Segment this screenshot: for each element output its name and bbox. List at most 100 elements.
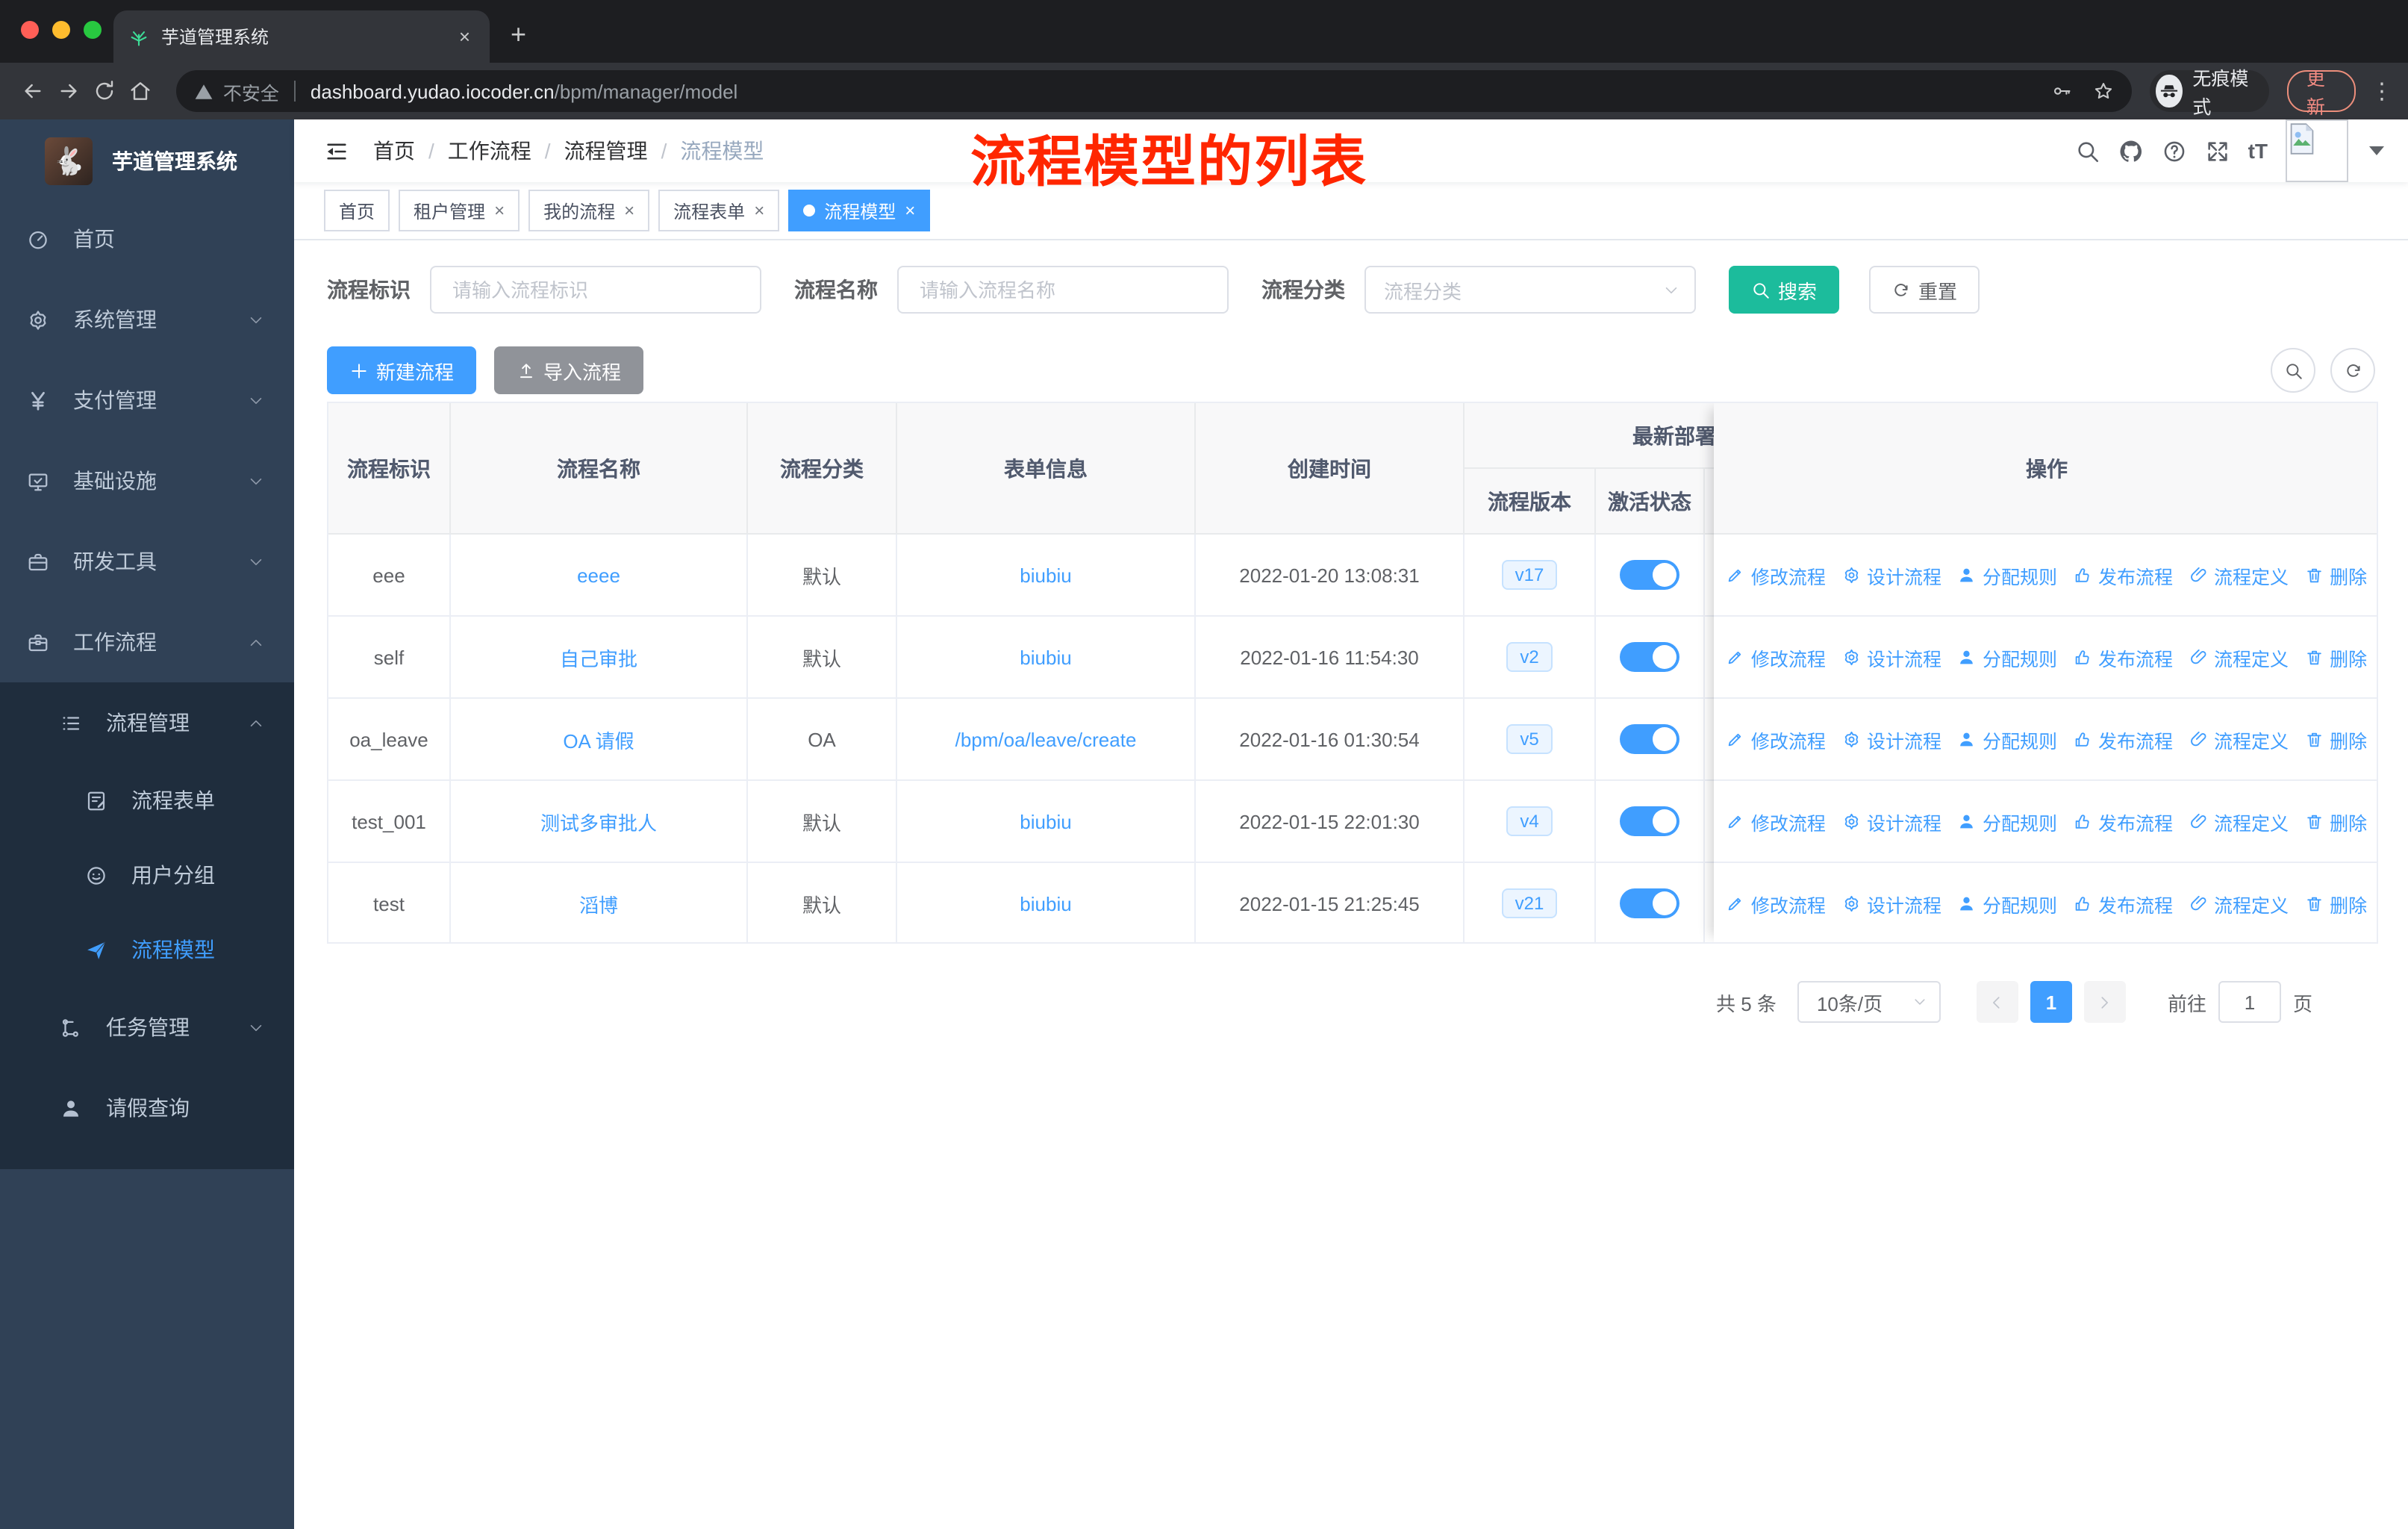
update-button[interactable]: 更新 — [2286, 69, 2356, 118]
view-tab-租户管理[interactable]: 租户管理 × — [399, 190, 520, 231]
sidebar-item-任务管理[interactable]: 任务管理 — [0, 987, 294, 1068]
close-icon[interactable]: × — [494, 200, 505, 221]
goto-page-input[interactable] — [2218, 981, 2281, 1023]
action-设计流程[interactable]: 设计流程 — [1842, 561, 1941, 589]
sidebar-item-请假查询[interactable]: 请假查询 — [0, 1068, 294, 1148]
sidebar-logo[interactable]: 🐇 芋道管理系统 — [0, 119, 294, 191]
sidebar-item-首页[interactable]: 首页 — [0, 199, 294, 279]
view-tab-首页[interactable]: 首页 — [324, 190, 390, 231]
sidebar-item-流程表单[interactable]: 流程表单 — [0, 763, 294, 838]
github-icon[interactable] — [2118, 138, 2144, 164]
prev-page-button[interactable] — [1976, 981, 2018, 1023]
action-发布流程[interactable]: 发布流程 — [2074, 725, 2173, 753]
action-流程定义[interactable]: 流程定义 — [2189, 561, 2289, 589]
action-流程定义[interactable]: 流程定义 — [2189, 807, 2289, 835]
window-controls[interactable] — [21, 21, 102, 39]
back-icon[interactable] — [15, 79, 51, 103]
view-tab-流程表单[interactable]: 流程表单 × — [658, 190, 780, 231]
action-分配规则[interactable]: 分配规则 — [1958, 889, 2057, 918]
cell-process-name-link[interactable]: 自己审批 — [560, 643, 637, 671]
action-发布流程[interactable]: 发布流程 — [2074, 561, 2173, 589]
sidebar-item-研发工具[interactable]: 研发工具 — [0, 521, 294, 602]
font-size-icon[interactable]: tT — [2248, 139, 2268, 163]
action-删除[interactable]: 删除 — [2305, 643, 2367, 671]
action-发布流程[interactable]: 发布流程 — [2074, 643, 2173, 671]
breadcrumb-流程管理[interactable]: 流程管理 — [564, 136, 648, 166]
process-id-input[interactable] — [430, 266, 761, 314]
cell-process-name-link[interactable]: 测试多审批人 — [540, 807, 657, 835]
process-id-input-field[interactable] — [449, 277, 742, 302]
sidebar-item-工作流程[interactable]: 工作流程 — [0, 602, 294, 682]
action-分配规则[interactable]: 分配规则 — [1958, 643, 2057, 671]
url-text[interactable]: dashboard.yudao.iocoder.cn/bpm/manager/m… — [311, 80, 737, 102]
browser-tab[interactable]: 芋道管理系统 × — [113, 10, 490, 63]
close-icon[interactable]: × — [624, 200, 634, 221]
action-删除[interactable]: 删除 — [2305, 725, 2367, 753]
breadcrumb-首页[interactable]: 首页 — [373, 136, 415, 166]
cell-process-name-link[interactable]: eeee — [577, 564, 620, 586]
action-修改流程[interactable]: 修改流程 — [1727, 725, 1826, 753]
sidebar-item-流程管理[interactable]: 流程管理 — [0, 682, 294, 763]
action-发布流程[interactable]: 发布流程 — [2074, 889, 2173, 918]
bookmark-star-icon[interactable] — [2094, 81, 2115, 102]
cell-process-name-link[interactable]: 滔博 — [579, 889, 618, 918]
action-删除[interactable]: 删除 — [2305, 561, 2367, 589]
action-设计流程[interactable]: 设计流程 — [1842, 725, 1941, 753]
key-icon[interactable] — [2052, 81, 2073, 102]
forward-icon[interactable] — [51, 79, 87, 103]
active-status-toggle[interactable] — [1620, 888, 1679, 918]
home-icon[interactable] — [123, 79, 159, 103]
close-tab-icon[interactable]: × — [455, 25, 475, 48]
cell-form-info-link[interactable]: biubiu — [1020, 810, 1071, 832]
action-流程定义[interactable]: 流程定义 — [2189, 725, 2289, 753]
action-分配规则[interactable]: 分配规则 — [1958, 561, 2057, 589]
view-tab-我的流程[interactable]: 我的流程 × — [528, 190, 650, 231]
search-button[interactable]: 搜索 — [1729, 266, 1840, 314]
page-number-current[interactable]: 1 — [2030, 981, 2072, 1023]
create-process-button[interactable]: 新建流程 — [327, 346, 477, 394]
toggle-search-button[interactable] — [2271, 348, 2315, 393]
action-修改流程[interactable]: 修改流程 — [1727, 889, 1826, 918]
action-发布流程[interactable]: 发布流程 — [2074, 807, 2173, 835]
refresh-table-button[interactable] — [2330, 348, 2375, 393]
action-流程定义[interactable]: 流程定义 — [2189, 889, 2289, 918]
close-window-button[interactable] — [21, 21, 39, 39]
cell-form-info-link[interactable]: /bpm/oa/leave/create — [955, 728, 1137, 750]
chevron-down-icon[interactable] — [2369, 146, 2384, 155]
breadcrumb-工作流程[interactable]: 工作流程 — [448, 136, 531, 166]
cell-form-info-link[interactable]: biubiu — [1020, 646, 1071, 668]
security-label[interactable]: 不安全 — [223, 77, 279, 105]
active-status-toggle[interactable] — [1620, 724, 1679, 754]
process-name-input-field[interactable] — [917, 277, 1209, 302]
process-name-input[interactable] — [897, 266, 1229, 314]
browser-menu-icon[interactable]: ⋮ — [2371, 78, 2393, 105]
import-process-button[interactable]: 导入流程 — [494, 346, 644, 394]
new-tab-button[interactable]: + — [511, 19, 526, 51]
action-删除[interactable]: 删除 — [2305, 889, 2367, 918]
active-status-toggle[interactable] — [1620, 806, 1679, 836]
close-icon[interactable]: × — [905, 200, 915, 221]
action-设计流程[interactable]: 设计流程 — [1842, 643, 1941, 671]
avatar[interactable] — [2286, 119, 2348, 182]
url-bar[interactable]: 不安全 dashboard.yudao.iocoder.cn/bpm/manag… — [176, 70, 2133, 112]
minimize-window-button[interactable] — [52, 21, 70, 39]
sidebar-item-用户分组[interactable]: 用户分组 — [0, 838, 294, 912]
action-设计流程[interactable]: 设计流程 — [1842, 889, 1941, 918]
category-select[interactable]: 流程分类 — [1364, 266, 1696, 314]
sidebar-item-基础设施[interactable]: 基础设施 — [0, 440, 294, 521]
sidebar-item-系统管理[interactable]: 系统管理 — [0, 279, 294, 360]
active-status-toggle[interactable] — [1620, 560, 1679, 590]
help-icon[interactable] — [2162, 138, 2187, 164]
action-修改流程[interactable]: 修改流程 — [1727, 561, 1826, 589]
action-分配规则[interactable]: 分配规则 — [1958, 725, 2057, 753]
action-设计流程[interactable]: 设计流程 — [1842, 807, 1941, 835]
view-tab-流程模型[interactable]: 流程模型 × — [788, 190, 931, 231]
page-size-select[interactable]: 10条/页 — [1797, 981, 1941, 1023]
cell-form-info-link[interactable]: biubiu — [1020, 564, 1071, 586]
action-删除[interactable]: 删除 — [2305, 807, 2367, 835]
cell-process-name-link[interactable]: OA 请假 — [563, 725, 634, 753]
close-icon[interactable]: × — [754, 200, 764, 221]
next-page-button[interactable] — [2083, 981, 2126, 1023]
collapse-sidebar-icon[interactable] — [324, 138, 349, 164]
sidebar-item-流程模型[interactable]: 流程模型 — [0, 912, 294, 987]
